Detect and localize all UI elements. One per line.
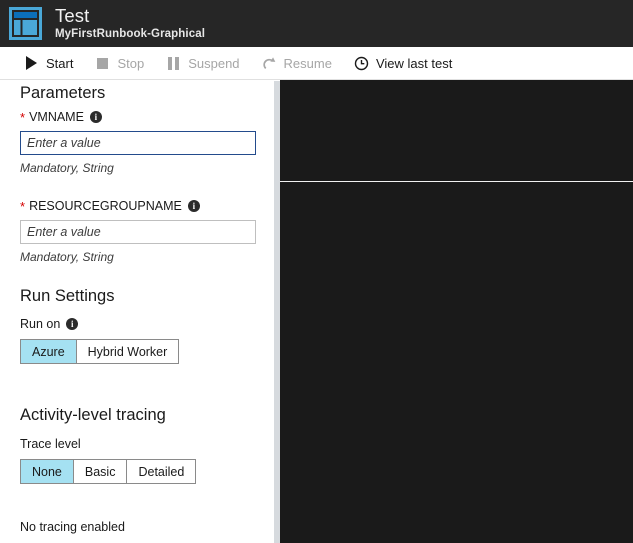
vmname-label-text: VMNAME [29,110,84,124]
trace-level-toggle-group: None Basic Detailed [20,459,197,484]
run-on-label-text: Run on [20,317,61,331]
trace-level-option-detailed[interactable]: Detailed [127,460,196,483]
trace-level-label: Trace level [20,437,196,451]
run-settings-heading: Run Settings [20,287,115,305]
resourcegroupname-input[interactable] [20,220,256,244]
resourcegroupname-label-text: RESOURCEGROUPNAME [29,199,182,213]
view-last-test-button[interactable]: View last test [354,47,452,80]
output-pane-divider [280,181,633,182]
resume-icon [262,56,277,71]
output-pane [280,80,633,543]
resourcegroupname-hint: Mandatory, String [20,250,114,264]
clock-icon [354,56,369,71]
required-marker: * [20,198,26,214]
vmname-label: * VMNAME i [20,110,256,124]
info-icon[interactable]: i [66,318,79,330]
vmname-input[interactable] [20,131,256,155]
resourcegroupname-label: * RESOURCEGROUPNAME i [20,199,256,213]
play-icon [24,56,39,71]
stop-button-label: Stop [117,55,145,71]
resume-button[interactable]: Resume [262,47,332,80]
field-vmname: * VMNAME i Mandatory, String [20,110,256,175]
field-resourcegroupname: * RESOURCEGROUPNAME i Mandatory, String [20,199,256,264]
test-runbook-blade: Test MyFirstRunbook-Graphical Start Stop… [0,0,633,543]
vmname-hint: Mandatory, String [20,161,114,175]
info-icon[interactable]: i [89,111,102,123]
stop-button[interactable]: Stop [95,47,144,80]
info-icon[interactable]: i [187,200,200,212]
trace-level-option-none[interactable]: None [21,460,74,483]
tracing-status-text: No tracing enabled [20,520,125,534]
start-button[interactable]: Start [24,47,73,80]
dashboard-layout-icon [9,7,42,40]
run-on-option-azure[interactable]: Azure [21,340,77,363]
start-button-label: Start [46,55,74,71]
page-subtitle: MyFirstRunbook-Graphical [55,27,205,40]
pause-icon [166,56,181,71]
suspend-button[interactable]: Suspend [166,47,240,80]
trace-level-label-text: Trace level [20,437,81,451]
view-last-test-label: View last test [375,55,453,71]
activity-tracing-heading: Activity-level tracing [20,406,166,424]
run-on-toggle-group: Azure Hybrid Worker [20,339,180,364]
resume-button-label: Resume [283,55,332,71]
required-marker: * [20,109,26,125]
command-toolbar: Start Stop Suspend Resume View last test [0,47,633,80]
stop-icon [95,56,110,71]
suspend-button-label: Suspend [188,55,240,71]
run-on-option-hybrid-worker[interactable]: Hybrid Worker [76,340,179,363]
run-settings-section: Run Settings Run on i Azure Hybrid Worke… [20,287,180,364]
parameters-heading: Parameters [20,84,106,102]
page-title: Test [55,5,90,26]
blade-header: Test MyFirstRunbook-Graphical [0,0,633,47]
run-on-label: Run on i [20,317,179,331]
settings-pane: Parameters * VMNAME i Mandatory, String … [0,81,274,543]
activity-tracing-section: Activity-level tracing Trace level None … [20,406,197,534]
trace-level-option-basic[interactable]: Basic [73,460,128,483]
parameters-section: Parameters [20,84,105,103]
header-title-group: Test MyFirstRunbook-Graphical [55,5,205,40]
